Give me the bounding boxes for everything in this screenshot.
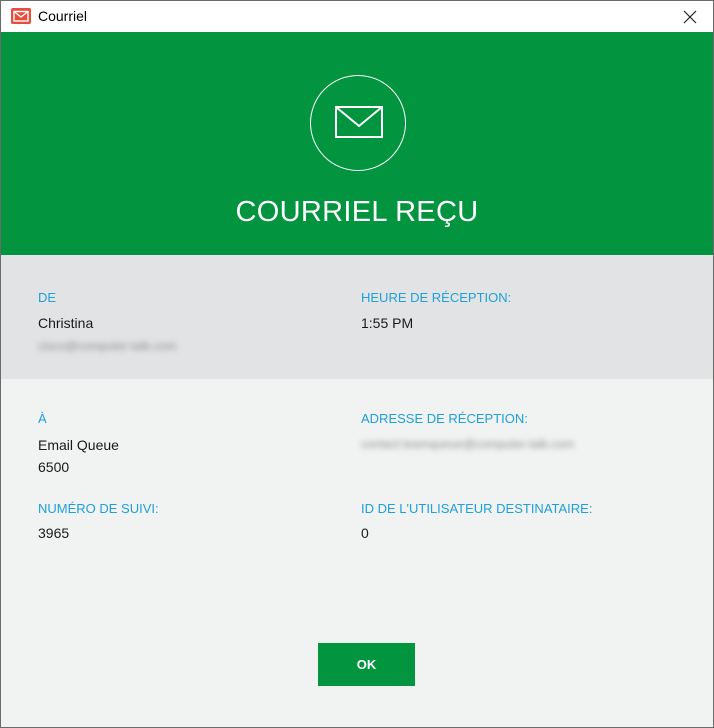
to-id: 6500 <box>38 459 70 475</box>
mail-app-icon <box>11 8 31 24</box>
ok-button[interactable]: OK <box>318 643 415 686</box>
receiving-address-label: ADRESSE DE RÉCEPTION: <box>361 411 528 426</box>
window-title: Courriel <box>38 8 88 24</box>
from-name: Christina <box>38 315 94 331</box>
recipient-user-id-label: ID DE L'UTILISATEUR DESTINATAIRE: <box>361 501 593 516</box>
banner-title: COURRIEL REÇU <box>235 196 479 228</box>
close-button[interactable] <box>667 1 713 32</box>
recipient-user-id-value: 0 <box>361 525 369 541</box>
title-bar: Courriel <box>1 1 713 32</box>
from-label: DE <box>38 290 57 305</box>
tracking-number-label: NUMÉRO DE SUIVI: <box>38 501 159 516</box>
close-icon <box>683 10 697 23</box>
receiving-address-value: contact.teamqueue@computer-talk.com <box>361 437 574 451</box>
tracking-number-value: 3965 <box>38 525 70 541</box>
from-email: cisco@computer-talk.com <box>38 339 177 353</box>
received-time-value: 1:55 PM <box>361 315 414 331</box>
header-banner: COURRIEL REÇU <box>1 32 713 255</box>
to-name: Email Queue <box>38 437 119 453</box>
received-time-label: HEURE DE RÉCEPTION: <box>361 290 512 305</box>
to-label: À <box>38 411 47 426</box>
email-received-dialog: Courriel COURRIEL REÇU DE Christina cisc… <box>0 0 714 728</box>
envelope-icon <box>310 75 406 171</box>
sender-section: DE Christina cisco@computer-talk.com HEU… <box>1 255 713 379</box>
